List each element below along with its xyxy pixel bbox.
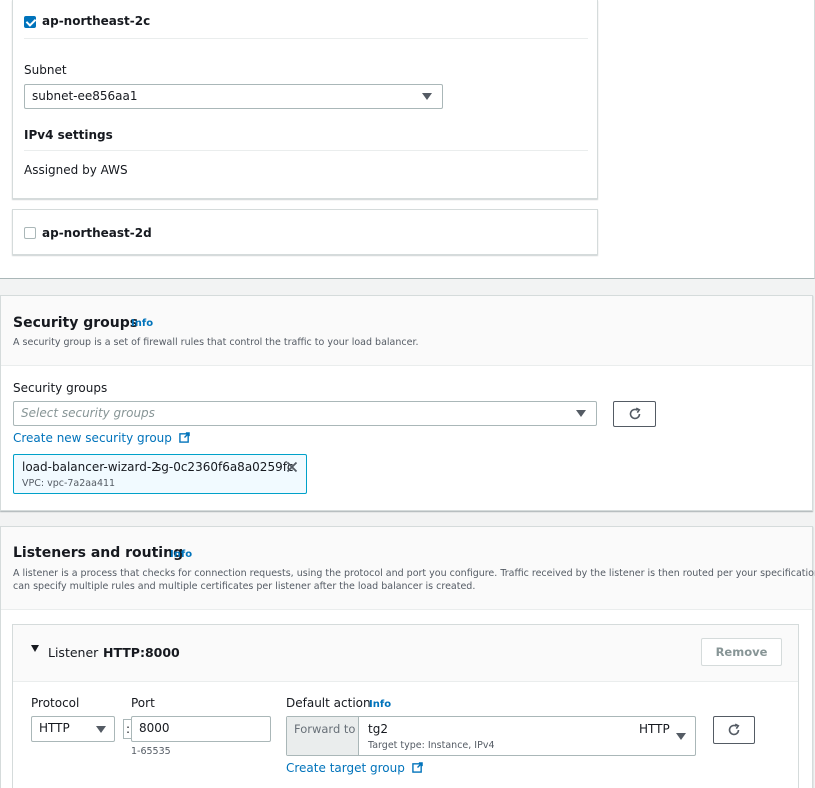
listeners-description-line1: A listener is a process that checks for … <box>13 568 815 579</box>
subnet-label: Subnet <box>24 63 67 77</box>
security-groups-info-link[interactable]: Info <box>131 318 153 329</box>
az-2d-checkbox[interactable] <box>24 227 36 239</box>
security-groups-field-label: Security groups <box>13 381 108 395</box>
listeners-header: Listeners and routing Info A listener is… <box>1 527 815 610</box>
security-groups-panel: Security groups Info A security group is… <box>0 295 813 511</box>
az-mapping-panel: ap-northeast-2c Subnet subnet-ee856aa1 I… <box>0 0 815 279</box>
security-groups-header: Security groups Info A security group is… <box>1 296 812 366</box>
create-target-group-label: Create target group <box>286 761 405 775</box>
security-groups-placeholder: Select security groups <box>21 406 155 420</box>
divider <box>24 38 588 39</box>
create-security-group-label: Create new security group <box>13 431 172 445</box>
listener-card: Listener HTTP:8000 Remove Protocol HTTP … <box>12 624 799 788</box>
caret-down-icon <box>676 733 686 740</box>
target-group-name: tg2 <box>368 722 388 736</box>
caret-down-icon <box>422 93 432 100</box>
target-group-type: Target type: Instance, IPv4 <box>368 740 495 751</box>
caret-down-icon <box>96 726 106 733</box>
port-label: Port <box>131 696 155 710</box>
forward-to-addon: Forward to <box>287 717 359 755</box>
security-groups-select[interactable]: Select security groups <box>13 401 597 426</box>
ipv4-value: Assigned by AWS <box>24 163 128 177</box>
subnet-value: subnet-ee856aa1 <box>32 89 138 103</box>
az-card-2c: ap-northeast-2c Subnet subnet-ee856aa1 I… <box>12 0 598 199</box>
token-sg-name: load-balancer-wizard-2 <box>22 460 159 474</box>
remove-listener-button[interactable]: Remove <box>701 638 782 666</box>
default-action-select[interactable]: Forward to tg2 Target type: Instance, IP… <box>286 716 696 756</box>
listener-name: HTTP:8000 <box>103 645 180 660</box>
listeners-title: Listeners and routing <box>13 545 184 561</box>
create-security-group-link[interactable]: Create new security group <box>13 431 190 445</box>
target-group-protocol: HTTP <box>639 722 670 736</box>
ipv4-heading: IPv4 settings <box>24 128 113 142</box>
external-link-icon <box>178 432 190 443</box>
refresh-target-groups-button[interactable] <box>713 716 755 744</box>
close-icon[interactable] <box>286 461 298 473</box>
listeners-description-line2: can specify multiple rules and multiple … <box>13 581 476 592</box>
listeners-panel: Listeners and routing Info A listener is… <box>0 526 815 788</box>
listeners-info-link[interactable]: Info <box>170 549 192 560</box>
default-action-info-link[interactable]: Info <box>369 699 391 710</box>
expand-caret-icon[interactable] <box>31 645 39 652</box>
port-value: 8000 <box>139 721 170 735</box>
selected-security-group-token: load-balancer-wizard-2 sg-0c2360f6a8a025… <box>13 454 307 494</box>
refresh-icon <box>629 407 641 420</box>
protocol-select[interactable]: HTTP <box>31 716 115 742</box>
protocol-value: HTTP <box>39 721 70 735</box>
create-target-group-link[interactable]: Create target group <box>286 761 423 775</box>
token-sg-vpc: VPC: vpc-7a2aa411 <box>22 478 116 489</box>
refresh-icon <box>728 723 740 736</box>
az-2d-name: ap-northeast-2d <box>42 226 152 240</box>
az-2c-name: ap-northeast-2c <box>42 14 151 28</box>
listener-card-header: Listener HTTP:8000 Remove <box>13 625 798 682</box>
port-input[interactable]: 8000 <box>131 716 271 742</box>
refresh-security-groups-button[interactable] <box>613 401 656 427</box>
az-2c-checkbox[interactable] <box>24 16 36 28</box>
protocol-label: Protocol <box>31 696 80 710</box>
default-action-label: Default action <box>286 696 371 710</box>
listener-label: Listener <box>48 645 99 660</box>
external-link-icon <box>411 762 423 773</box>
caret-down-icon <box>576 410 586 417</box>
security-groups-title: Security groups <box>13 315 139 331</box>
token-sg-id: sg-0c2360f6a8a0259fc <box>155 460 294 474</box>
az-card-2d: ap-northeast-2d <box>12 209 598 255</box>
subnet-select[interactable]: subnet-ee856aa1 <box>24 84 443 109</box>
port-hint: 1-65535 <box>131 746 171 757</box>
security-groups-description: A security group is a set of firewall ru… <box>13 337 419 348</box>
divider <box>24 150 588 151</box>
